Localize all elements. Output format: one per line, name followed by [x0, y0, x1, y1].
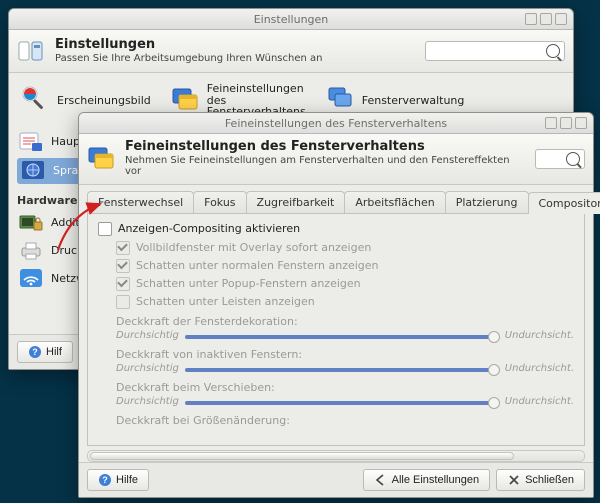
- tab-platzierung[interactable]: Platzierung: [445, 191, 529, 213]
- svg-text:?: ?: [102, 475, 108, 485]
- slider-frame: [185, 330, 499, 342]
- settings-titlebar[interactable]: Einstellungen: [9, 9, 573, 30]
- settings-app-icon: [17, 36, 47, 66]
- search-icon: [546, 44, 560, 58]
- search-icon: [566, 152, 580, 166]
- slider-move: [185, 396, 499, 408]
- slider-frame-label: Deckkraft der Fensterdekoration:: [116, 315, 574, 328]
- windowtweaks-icon: [171, 85, 201, 115]
- shadow-popup-checkbox: [116, 277, 130, 291]
- slider-inactive: [185, 363, 499, 375]
- parent-help-label: Hilf: [46, 346, 62, 358]
- tweaks-header-sub: Nehmen Sie Feineinstellungen am Fensterv…: [125, 155, 527, 178]
- svg-text:?: ?: [32, 347, 38, 357]
- fullscreen-overlay-checkbox: [116, 241, 130, 255]
- close-icon: [507, 473, 521, 487]
- settings-search[interactable]: [425, 41, 565, 61]
- shadow-normal-row: Schatten unter normalen Fenstern anzeige…: [116, 259, 574, 273]
- slider-move-right: Undurchsicht.: [505, 396, 574, 407]
- back-icon: [374, 473, 388, 487]
- tweaks-search-input[interactable]: [540, 150, 564, 168]
- slider-move-left: Durchsichtig: [116, 396, 179, 407]
- notes-icon: [17, 130, 45, 154]
- shadow-dock-checkbox: [116, 295, 130, 309]
- tweaks-header: Feineinstellungen des Fensterverhaltens …: [79, 134, 593, 185]
- tab-fokus[interactable]: Fokus: [193, 191, 246, 213]
- fullscreen-overlay-row: Vollbildfenster mit Overlay sofort anzei…: [116, 241, 574, 255]
- chip-lock-icon: [17, 211, 45, 235]
- close-label: Schließen: [525, 474, 574, 486]
- slider-frame-right: Undurchsicht.: [505, 330, 574, 341]
- settings-window-title: Einstellungen: [9, 13, 573, 26]
- help-icon: ?: [28, 345, 42, 359]
- fullscreen-overlay-label: Vollbildfenster mit Overlay sofort anzei…: [136, 241, 371, 254]
- tweaks-window-title: Feineinstellungen des Fensterverhaltens: [79, 117, 593, 130]
- slider-inactive-right: Undurchsicht.: [505, 363, 574, 374]
- shadow-normal-label: Schatten unter normalen Fenstern anzeige…: [136, 259, 379, 272]
- tweaks-window: Feineinstellungen des Fensterverhaltens …: [78, 112, 594, 498]
- tweaks-tabs: Fensterwechsel Fokus Zugreifbarkeit Arbe…: [79, 185, 593, 213]
- tweaks-header-title: Feineinstellungen des Fensterverhaltens: [125, 140, 527, 155]
- tweaks-search[interactable]: [535, 149, 585, 169]
- slider-inactive-label: Deckkraft von inaktiven Fenstern:: [116, 348, 574, 361]
- horizontal-scrollbar[interactable]: [87, 450, 585, 462]
- enable-compositing-label: Anzeigen-Compositing aktivieren: [118, 222, 300, 235]
- shadow-dock-label: Schatten unter Leisten anzeigen: [136, 295, 315, 308]
- launcher-windowmanager-label: Fensterverwaltung: [362, 94, 465, 107]
- wifi-icon: [17, 267, 45, 291]
- close-button[interactable]: Schließen: [496, 469, 585, 491]
- all-settings-button[interactable]: Alle Einstellungen: [363, 469, 490, 491]
- close-window-button[interactable]: [555, 13, 567, 25]
- tweaks-app-icon: [87, 144, 117, 174]
- tweaks-help-button[interactable]: ? Hilfe: [87, 469, 149, 491]
- all-settings-label: Alle Einstellungen: [392, 474, 479, 486]
- printer-icon: [17, 239, 45, 263]
- settings-header-title: Einstellungen: [55, 38, 323, 53]
- settings-search-input[interactable]: [430, 42, 544, 60]
- slider-resize-label: Deckkraft bei Größenänderung:: [116, 414, 574, 427]
- tweaks-close-window-button[interactable]: [575, 117, 587, 129]
- shadow-popup-row: Schatten unter Popup-Fenstern anzeigen: [116, 277, 574, 291]
- tab-arbeitsflaechen[interactable]: Arbeitsflächen: [344, 191, 445, 213]
- windowmanager-icon: [326, 85, 356, 115]
- settings-header-sub: Passen Sie Ihre Arbeitsumgebung Ihren Wü…: [55, 53, 323, 65]
- slider-frame-left: Durchsichtig: [116, 330, 179, 341]
- tweaks-minimize-button[interactable]: [545, 117, 557, 129]
- globe-icon: [19, 159, 47, 183]
- shadow-dock-row: Schatten unter Leisten anzeigen: [116, 295, 574, 309]
- settings-header: Einstellungen Passen Sie Ihre Arbeitsumg…: [9, 30, 573, 73]
- slider-inactive-left: Durchsichtig: [116, 363, 179, 374]
- launcher-appearance-label: Erscheinungsbild: [57, 94, 151, 107]
- minimize-button[interactable]: [525, 13, 537, 25]
- tab-compositor[interactable]: Compositor: [528, 192, 600, 214]
- help-icon: ?: [98, 473, 112, 487]
- appearance-icon: [21, 85, 51, 115]
- enable-compositing-checkbox[interactable]: [98, 222, 112, 236]
- shadow-normal-checkbox: [116, 259, 130, 273]
- tweaks-maximize-button[interactable]: [560, 117, 572, 129]
- shadow-popup-label: Schatten unter Popup-Fenstern anzeigen: [136, 277, 361, 290]
- slider-move-label: Deckkraft beim Verschieben:: [116, 381, 574, 394]
- maximize-button[interactable]: [540, 13, 552, 25]
- compositor-pane: Anzeigen-Compositing aktivieren Vollbild…: [87, 213, 585, 446]
- launcher-windowtweaks-l1: Feineinstellungen: [207, 83, 306, 95]
- parent-help-button[interactable]: ? Hilf: [17, 341, 73, 363]
- tweaks-titlebar[interactable]: Feineinstellungen des Fensterverhaltens: [79, 113, 593, 134]
- tab-fensterwechsel[interactable]: Fensterwechsel: [87, 191, 194, 213]
- enable-compositing-row[interactable]: Anzeigen-Compositing aktivieren: [98, 222, 574, 236]
- tweaks-help-label: Hilfe: [116, 474, 138, 486]
- tab-zugreifbarkeit[interactable]: Zugreifbarkeit: [246, 191, 346, 213]
